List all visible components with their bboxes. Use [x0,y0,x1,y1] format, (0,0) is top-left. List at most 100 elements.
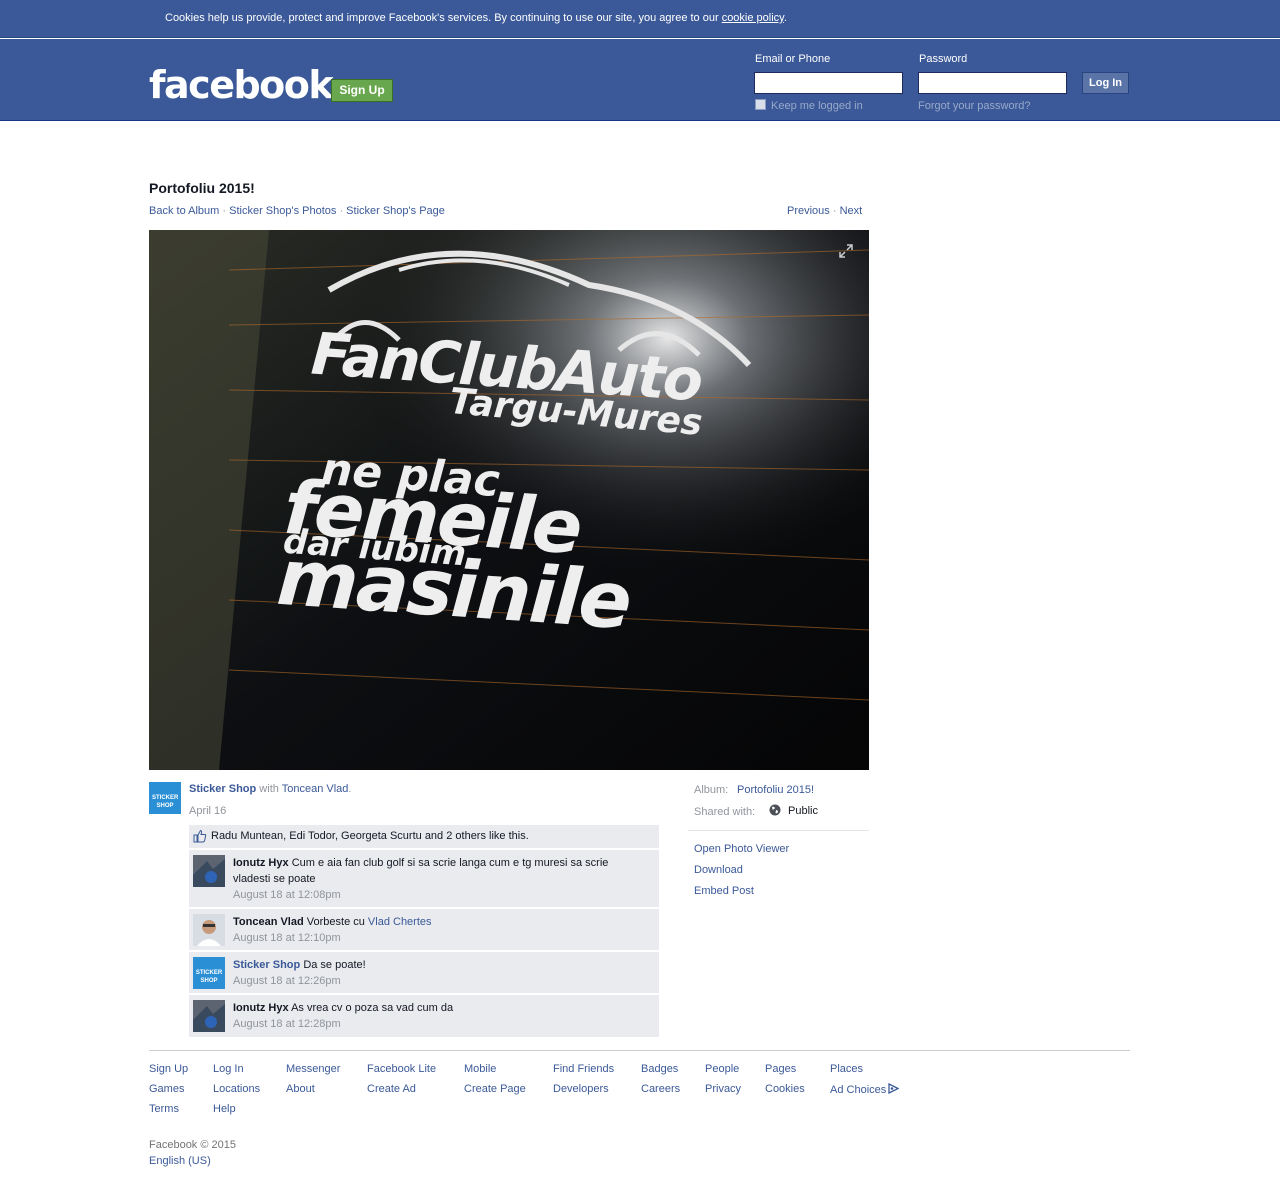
footer-link-terms[interactable]: Terms [149,1103,179,1115]
comment-body: Ionutz Hyx As vrea cv o poza sa vad cum … [233,1000,633,1032]
next-link[interactable]: Next [840,205,863,217]
open-photo-viewer-link[interactable]: Open Photo Viewer [694,843,789,855]
photo-sticker-text: FanClubAuto Targu-Mures ne plac femeile … [149,230,869,770]
likes-text[interactable]: Radu Muntean, Edi Todor, Georgeta Scurtu… [211,830,529,842]
sign-up-button[interactable]: Sign Up [331,79,393,102]
embed-post-link[interactable]: Embed Post [694,885,754,897]
mentioned-user-link[interactable]: Vlad Chertes [368,916,432,928]
ad-choices-icon [888,1083,900,1094]
breadcrumb: Back to Album · Sticker Shop's Photos · … [149,205,445,217]
footer-link-developers[interactable]: Developers [553,1083,609,1095]
comment: STICKER SHOP Sticker Shop Da se poate! A… [189,951,659,993]
post-author-line: Sticker Shop with Toncean Vlad. [189,783,351,795]
thumbs-up-icon [193,829,207,843]
post-date[interactable]: April 16 [189,805,226,817]
footer-link-create-page[interactable]: Create Page [464,1083,526,1095]
cookie-banner: Cookies help us provide, protect and imp… [0,0,1280,38]
page-link[interactable]: Sticker Shop's Page [346,205,445,217]
top-bar: facebook Sign Up Email or Phone Password… [0,39,1280,121]
footer-link-badges[interactable]: Badges [641,1063,678,1075]
breadcrumb-separator: · [219,205,230,217]
photo-pager: Previous · Next [787,205,862,217]
footer-link-about[interactable]: About [286,1083,315,1095]
password-field[interactable] [918,72,1067,94]
comment-time[interactable]: August 18 at 12:28pm [233,1016,633,1032]
comment-author[interactable]: Toncean Vlad [233,916,304,928]
comment-author[interactable]: Sticker Shop [233,959,300,971]
footer-link-find-friends[interactable]: Find Friends [553,1063,614,1075]
footer-link-log-in[interactable]: Log In [213,1063,244,1075]
footer-link-privacy[interactable]: Privacy [705,1083,741,1095]
cookie-banner-message: Cookies help us provide, protect and imp… [165,12,722,24]
footer-link-places[interactable]: Places [830,1063,863,1075]
avatar-logo-text: STICKER SHOP [195,970,223,984]
likes-summary: Radu Muntean, Edi Todor, Georgeta Scurtu… [189,825,659,849]
comment-body: Sticker Shop Da se poate! August 18 at 1… [233,957,633,989]
main-photo[interactable]: FanClubAuto Targu-Mures ne plac femeile … [149,230,869,770]
period: . [348,783,352,795]
ad-choices-label: Ad Choices [830,1084,887,1096]
sticker-line: masinile [274,532,633,648]
language-link[interactable]: English (US) [149,1155,211,1167]
cookie-policy-link[interactable]: cookie policy [722,12,784,24]
avatar-logo-text: STICKER SHOP [152,795,179,809]
comment-text: Cum e aia fan club golf si sa scrie lang… [233,857,609,885]
breadcrumb-separator: · [336,205,347,217]
footer-link-people[interactable]: People [705,1063,739,1075]
footer-link-locations[interactable]: Locations [213,1083,260,1095]
album-label: Album: [694,784,729,796]
comment: Toncean Vlad Vorbeste cu Vlad Chertes Au… [189,908,659,950]
comment-author[interactable]: Ionutz Hyx [233,857,289,869]
avatar[interactable]: STICKER SHOP [193,957,225,989]
comment-text: As vrea cv o poza sa vad cum da [291,1002,454,1014]
footer-link-games[interactable]: Games [149,1083,184,1095]
pager-separator: · [829,205,840,217]
forgot-password-link[interactable]: Forgot your password? [918,100,1031,112]
comment: Ionutz Hyx Cum e aia fan club golf si sa… [189,849,659,907]
post-author-link[interactable]: Sticker Shop [189,783,256,795]
comment-text: Da se poate! [303,959,366,971]
shared-with-label: Shared with: [694,806,756,818]
copyright: Facebook © 2015 [149,1139,236,1151]
cookie-banner-text: Cookies help us provide, protect and imp… [165,12,787,24]
footer-link-help[interactable]: Help [213,1103,236,1115]
comment-time[interactable]: August 18 at 12:10pm [233,930,633,946]
expand-icon[interactable] [838,243,854,259]
cookie-banner-period: . [783,12,787,24]
email-label: Email or Phone [755,53,831,65]
footer-link-ad-choices[interactable]: Ad Choices [830,1083,900,1096]
back-to-album-link[interactable]: Back to Album [149,205,219,217]
privacy-value[interactable]: Public [788,805,818,817]
email-field[interactable] [754,72,903,94]
page-photos-link[interactable]: Sticker Shop's Photos [229,205,336,217]
page-avatar[interactable]: STICKER SHOP [149,782,181,814]
with-text: with [256,783,282,795]
album-link[interactable]: Portofoliu 2015! [737,784,814,796]
facebook-logo[interactable]: facebook [149,61,334,109]
footer-link-messenger[interactable]: Messenger [286,1063,340,1075]
footer-link-pages[interactable]: Pages [765,1063,796,1075]
keep-logged-in-label[interactable]: Keep me logged in [771,100,863,112]
footer-link-facebook-lite[interactable]: Facebook Lite [367,1063,436,1075]
comment-author[interactable]: Ionutz Hyx [233,1002,289,1014]
previous-link[interactable]: Previous [787,205,830,217]
avatar[interactable] [193,914,225,946]
footer-link-mobile[interactable]: Mobile [464,1063,496,1075]
album-title: Portofoliu 2015! [149,180,255,196]
footer-link-careers[interactable]: Careers [641,1083,680,1095]
tagged-user-link[interactable]: Toncean Vlad [282,783,349,795]
comment-time[interactable]: August 18 at 12:26pm [233,973,633,989]
avatar[interactable] [193,1000,225,1032]
comment-time[interactable]: August 18 at 12:08pm [233,887,633,903]
comment-body: Ionutz Hyx Cum e aia fan club golf si sa… [233,855,633,903]
footer-link-sign-up[interactable]: Sign Up [149,1063,188,1075]
footer-link-create-ad[interactable]: Create Ad [367,1083,416,1095]
avatar[interactable] [193,855,225,887]
globe-icon [769,804,781,816]
download-link[interactable]: Download [694,864,743,876]
footer-divider [149,1050,1130,1051]
comment-body: Toncean Vlad Vorbeste cu Vlad Chertes Au… [233,914,633,946]
log-in-button[interactable]: Log In [1082,72,1129,94]
keep-logged-in-checkbox[interactable] [755,99,766,110]
footer-link-cookies[interactable]: Cookies [765,1083,805,1095]
